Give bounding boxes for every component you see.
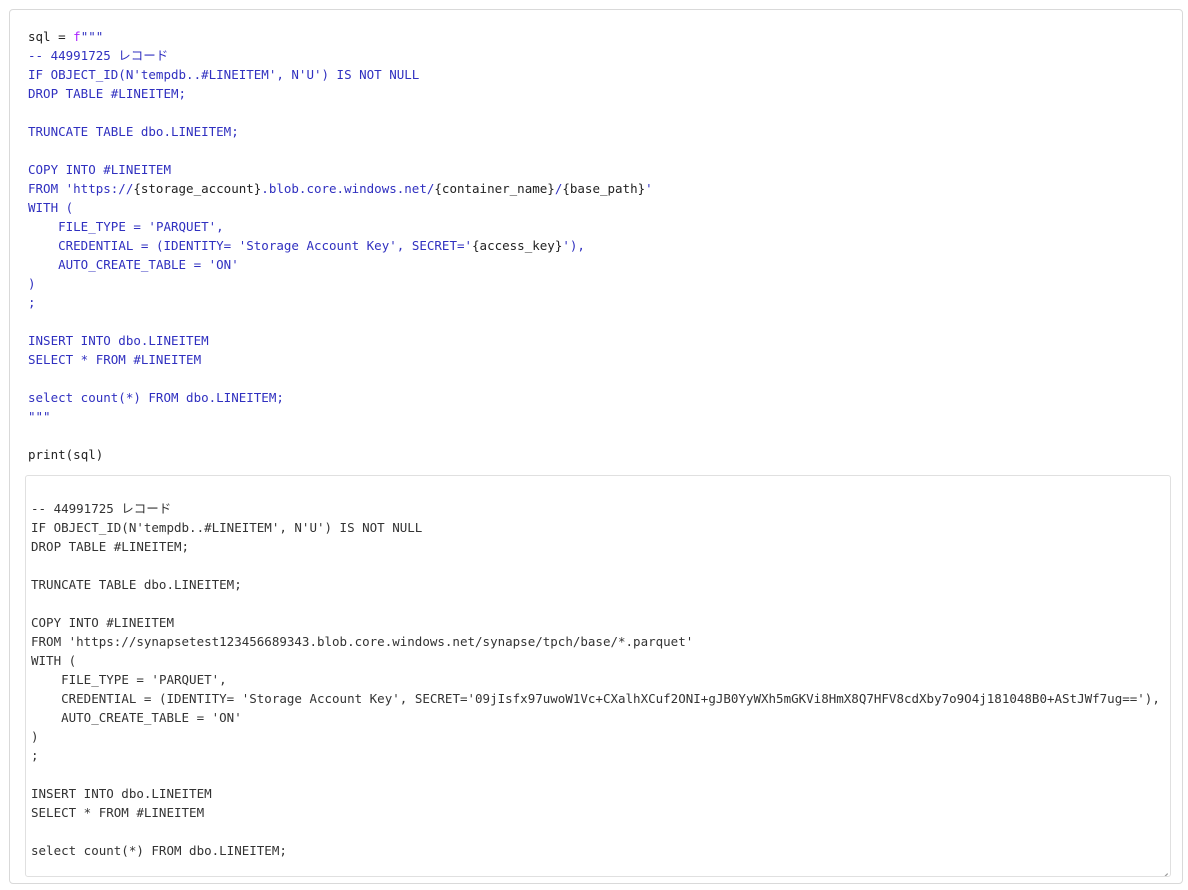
code-line-with: WITH ( bbox=[28, 200, 74, 215]
code-print-fn: print bbox=[28, 447, 66, 462]
code-editor[interactable]: sql = f""" -- 44991725 レコード IF OBJECT_ID… bbox=[28, 27, 1168, 464]
code-var-storage-account: {storage_account} bbox=[133, 181, 262, 196]
code-fstring-prefix: f bbox=[73, 29, 81, 44]
code-var-access-key: {access_key} bbox=[472, 238, 563, 253]
code-line-if: IF OBJECT_ID(N'tempdb..#LINEITEM', N'U')… bbox=[28, 67, 420, 82]
code-line-insert: INSERT INTO dbo.LINEITEM bbox=[28, 333, 209, 348]
code-line-autocreate: AUTO_CREATE_TABLE = 'ON' bbox=[28, 257, 239, 272]
output-area[interactable]: -- 44991725 レコード IF OBJECT_ID(N'tempdb..… bbox=[25, 475, 1171, 877]
code-from-suffix: ' bbox=[645, 181, 653, 196]
code-line-semicolon: ; bbox=[28, 295, 36, 310]
code-line-truncate: TRUNCATE TABLE dbo.LINEITEM; bbox=[28, 124, 239, 139]
code-line-select: SELECT * FROM #LINEITEM bbox=[28, 352, 202, 367]
code-var-container-name: {container_name} bbox=[434, 181, 555, 196]
code-line-close: ) bbox=[28, 276, 36, 291]
code-from-mid: .blob.core.windows.net/ bbox=[261, 181, 435, 196]
code-assign-op: = bbox=[50, 29, 74, 44]
code-line-copy: COPY INTO #LINEITEM bbox=[28, 162, 171, 177]
code-line-drop: DROP TABLE #LINEITEM; bbox=[28, 86, 187, 101]
code-cred-suffix: '), bbox=[562, 238, 585, 253]
output-text: -- 44991725 レコード IF OBJECT_ID(N'tempdb..… bbox=[31, 501, 1160, 858]
notebook-cell[interactable]: sql = f""" -- 44991725 レコード IF OBJECT_ID… bbox=[9, 9, 1183, 884]
code-cred-prefix: CREDENTIAL = (IDENTITY= 'Storage Account… bbox=[28, 238, 473, 253]
code-var-base-path: {base_path} bbox=[562, 181, 646, 196]
code-assign-var: sql bbox=[28, 29, 51, 44]
code-open-quotes: """ bbox=[80, 29, 104, 44]
code-line-count: select count(*) FROM dbo.LINEITEM; bbox=[28, 390, 284, 405]
code-print-arg: (sql) bbox=[65, 447, 104, 462]
code-line-filetype: FILE_TYPE = 'PARQUET', bbox=[28, 219, 224, 234]
code-close-quotes: """ bbox=[28, 409, 51, 424]
resize-handle-icon[interactable] bbox=[1159, 865, 1168, 874]
code-from-prefix: FROM 'https:// bbox=[28, 181, 134, 196]
code-line-comment: -- 44991725 レコード bbox=[28, 48, 169, 63]
